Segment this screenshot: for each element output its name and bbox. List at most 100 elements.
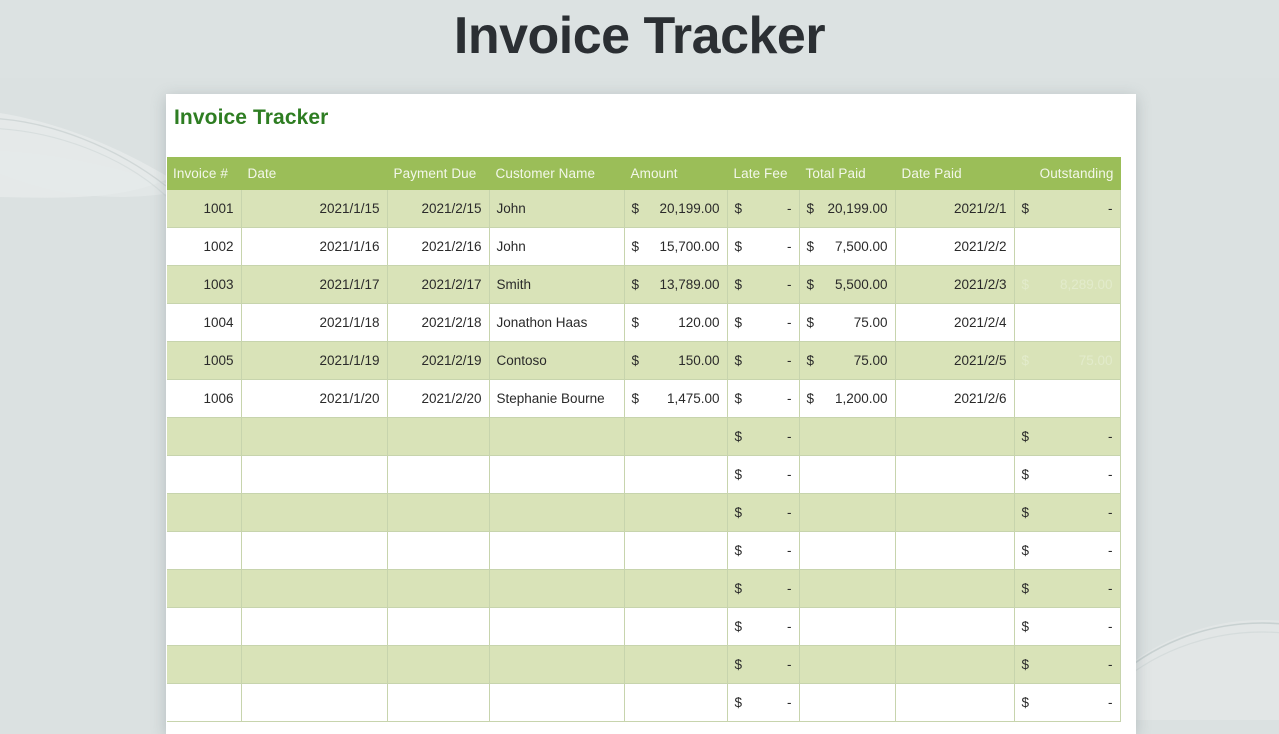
cell-customer-name[interactable] xyxy=(489,569,625,608)
cell-amount[interactable] xyxy=(624,645,728,684)
cell-customer-name[interactable]: Jonathon Haas xyxy=(489,303,625,342)
cell-payment-due[interactable] xyxy=(387,683,490,722)
cell-invoice-number[interactable] xyxy=(167,569,242,608)
column-header-late-fee[interactable]: Late Fee xyxy=(727,157,800,190)
cell-amount[interactable] xyxy=(624,417,728,456)
cell-customer-name[interactable] xyxy=(489,683,625,722)
cell-customer-name[interactable] xyxy=(489,493,625,532)
cell-date-paid[interactable] xyxy=(895,683,1015,722)
cell-date[interactable]: 2021/1/18 xyxy=(241,303,388,342)
cell-amount[interactable] xyxy=(624,455,728,494)
cell-outstanding[interactable]: $ - xyxy=(1014,569,1121,608)
cell-payment-due[interactable]: 2021/2/17 xyxy=(387,265,490,304)
cell-date-paid[interactable] xyxy=(895,417,1015,456)
cell-total-paid[interactable] xyxy=(799,569,896,608)
cell-customer-name[interactable]: John xyxy=(489,227,625,266)
cell-late-fee[interactable]: $ - xyxy=(727,190,800,228)
cell-payment-due[interactable]: 2021/2/18 xyxy=(387,303,490,342)
cell-total-paid[interactable] xyxy=(799,455,896,494)
cell-date[interactable]: 2021/1/15 xyxy=(241,190,388,228)
cell-invoice-number[interactable]: 1002 xyxy=(167,227,242,266)
cell-payment-due[interactable]: 2021/2/20 xyxy=(387,379,490,418)
cell-amount[interactable]: $20,199.00 xyxy=(624,190,728,228)
cell-payment-due[interactable] xyxy=(387,455,490,494)
cell-outstanding[interactable]: $ - xyxy=(1014,531,1121,570)
column-header-payment-due[interactable]: Payment Due xyxy=(387,157,490,190)
cell-date-paid[interactable]: 2021/2/1 xyxy=(895,190,1015,228)
cell-date[interactable]: 2021/1/17 xyxy=(241,265,388,304)
cell-late-fee[interactable]: $ - xyxy=(727,265,800,304)
cell-date-paid[interactable] xyxy=(895,455,1015,494)
cell-total-paid[interactable] xyxy=(799,417,896,456)
cell-invoice-number[interactable]: 1004 xyxy=(167,303,242,342)
cell-date-paid[interactable] xyxy=(895,569,1015,608)
table-row[interactable]: 1005 2021/1/19 2021/2/19 Contoso $150.00 $ - $7… xyxy=(167,341,1121,380)
cell-customer-name[interactable] xyxy=(489,645,625,684)
cell-total-paid[interactable]: $20,199.00 xyxy=(799,190,896,228)
cell-date[interactable] xyxy=(241,531,388,570)
cell-customer-name[interactable] xyxy=(489,455,625,494)
cell-date-paid[interactable]: 2021/2/4 xyxy=(895,303,1015,342)
cell-outstanding[interactable] xyxy=(1014,227,1121,266)
cell-outstanding[interactable]: $75.00 xyxy=(1014,341,1121,380)
cell-late-fee[interactable]: $ - xyxy=(727,645,800,684)
column-header-invoice-number[interactable]: Invoice # xyxy=(167,157,242,190)
cell-invoice-number[interactable] xyxy=(167,645,242,684)
cell-total-paid[interactable]: $7,500.00 xyxy=(799,227,896,266)
column-header-outstanding[interactable]: Outstanding xyxy=(1014,157,1121,190)
cell-amount[interactable]: $1,475.00 xyxy=(624,379,728,418)
cell-date[interactable]: 2021/1/19 xyxy=(241,341,388,380)
cell-late-fee[interactable]: $ - xyxy=(727,303,800,342)
cell-date[interactable]: 2021/1/16 xyxy=(241,227,388,266)
table-row[interactable]: 1003 2021/1/17 2021/2/17 Smith $13,789.00 $ - $… xyxy=(167,265,1121,304)
cell-late-fee[interactable]: $ - xyxy=(727,607,800,646)
cell-outstanding[interactable]: $ - xyxy=(1014,190,1121,228)
cell-outstanding[interactable]: $ - xyxy=(1014,683,1121,722)
cell-date[interactable] xyxy=(241,569,388,608)
cell-invoice-number[interactable] xyxy=(167,455,242,494)
cell-total-paid[interactable]: $75.00 xyxy=(799,341,896,380)
cell-payment-due[interactable] xyxy=(387,417,490,456)
cell-amount[interactable]: $15,700.00 xyxy=(624,227,728,266)
cell-total-paid[interactable] xyxy=(799,645,896,684)
cell-amount[interactable] xyxy=(624,493,728,532)
cell-total-paid[interactable]: $5,500.00 xyxy=(799,265,896,304)
table-row-empty[interactable]: $ - $ - xyxy=(167,493,1121,532)
cell-total-paid[interactable] xyxy=(799,531,896,570)
cell-late-fee[interactable]: $ - xyxy=(727,455,800,494)
table-row-empty[interactable]: $ - $ - xyxy=(167,607,1121,646)
cell-amount[interactable]: $150.00 xyxy=(624,341,728,380)
cell-payment-due[interactable]: 2021/2/15 xyxy=(387,190,490,228)
cell-date-paid[interactable]: 2021/2/2 xyxy=(895,227,1015,266)
cell-customer-name[interactable]: Smith xyxy=(489,265,625,304)
cell-date-paid[interactable] xyxy=(895,645,1015,684)
cell-invoice-number[interactable] xyxy=(167,531,242,570)
cell-late-fee[interactable]: $ - xyxy=(727,683,800,722)
cell-payment-due[interactable] xyxy=(387,493,490,532)
table-row-empty[interactable]: $ - $ - xyxy=(167,455,1121,494)
cell-total-paid[interactable]: $75.00 xyxy=(799,303,896,342)
table-row[interactable]: 1002 2021/1/16 2021/2/16 John $15,700.00 $ - $7… xyxy=(167,227,1121,266)
cell-payment-due[interactable]: 2021/2/16 xyxy=(387,227,490,266)
cell-payment-due[interactable]: 2021/2/19 xyxy=(387,341,490,380)
cell-outstanding[interactable]: $ - xyxy=(1014,607,1121,646)
cell-customer-name[interactable] xyxy=(489,531,625,570)
cell-date[interactable] xyxy=(241,455,388,494)
cell-date[interactable] xyxy=(241,493,388,532)
cell-outstanding[interactable]: $ - xyxy=(1014,417,1121,456)
table-row-empty[interactable]: $ - $ - xyxy=(167,569,1121,608)
cell-late-fee[interactable]: $ - xyxy=(727,417,800,456)
cell-late-fee[interactable]: $ - xyxy=(727,493,800,532)
cell-date[interactable] xyxy=(241,683,388,722)
cell-amount[interactable] xyxy=(624,683,728,722)
cell-amount[interactable] xyxy=(624,607,728,646)
cell-invoice-number[interactable] xyxy=(167,493,242,532)
cell-outstanding[interactable] xyxy=(1014,379,1121,418)
cell-outstanding[interactable] xyxy=(1014,303,1121,342)
cell-customer-name[interactable] xyxy=(489,607,625,646)
cell-amount[interactable] xyxy=(624,531,728,570)
cell-amount[interactable]: $120.00 xyxy=(624,303,728,342)
cell-invoice-number[interactable] xyxy=(167,417,242,456)
cell-date-paid[interactable] xyxy=(895,531,1015,570)
table-row[interactable]: 1006 2021/1/20 2021/2/20 Stephanie Bourne $1… xyxy=(167,379,1121,418)
